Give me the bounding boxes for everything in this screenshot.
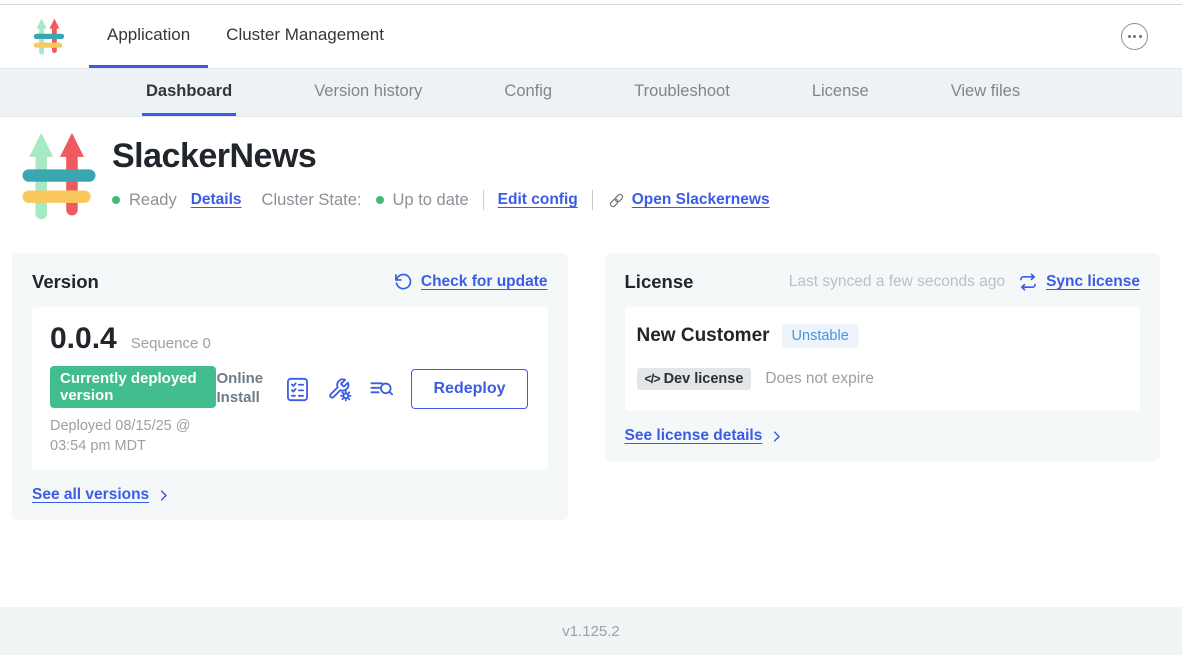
version-card-title: Version [32, 271, 99, 293]
wrench-gear-icon [326, 376, 353, 403]
license-card: License Last synced a few seconds ago Sy… [605, 253, 1161, 461]
open-app-link[interactable]: Open Slackernews [607, 191, 770, 210]
dashboard-main: SlackerNews Ready Details Cluster State:… [0, 117, 1182, 607]
topnav-tabs: Application Cluster Management [89, 5, 402, 68]
app-header: SlackerNews Ready Details Cluster State:… [20, 129, 1182, 225]
console-version-text: v1.125.2 [562, 623, 620, 640]
version-number: 0.0.4 [50, 322, 117, 356]
console-footer: v1.125.2 [0, 607, 1182, 655]
app-status-text: Ready [129, 191, 177, 210]
see-license-details-label: See license details [625, 427, 763, 445]
dashboard-cards: Version Check for update 0.0.4 Sequence … [0, 253, 1182, 520]
check-for-update-label: Check for update [421, 273, 548, 291]
subnav-tab-config[interactable]: Config [500, 69, 556, 116]
cluster-state-label: Cluster State: [262, 191, 362, 210]
subnav-tab-license[interactable]: License [808, 69, 873, 116]
subnav-tab-troubleshoot-label: Troubleshoot [634, 82, 730, 101]
subnav-tab-dashboard-label: Dashboard [146, 82, 232, 101]
deployed-badge: Currently deployed version [50, 366, 216, 408]
top-nav: Application Cluster Management [0, 5, 1182, 69]
cluster-status-dot-icon [376, 196, 384, 204]
sequence-label: Sequence 0 [131, 335, 211, 352]
brand-logo-icon [33, 17, 65, 57]
tab-cluster-management[interactable]: Cluster Management [208, 5, 402, 68]
redeploy-button[interactable]: Redeploy [411, 369, 527, 409]
app-icon [20, 129, 98, 225]
license-info-panel: New Customer Unstable </> Dev license Do… [625, 307, 1141, 411]
preflight-checks-button[interactable] [284, 376, 311, 403]
license-expiry-text: Does not expire [765, 370, 874, 388]
edit-config-button[interactable] [326, 376, 353, 403]
deployed-timestamp: Deployed 08/15/25 @ 03:54 pm MDT [50, 417, 216, 456]
license-card-title: License [625, 271, 694, 293]
tab-application-label: Application [107, 25, 190, 45]
version-info: 0.0.4 Sequence 0 Currently deployed vers… [50, 322, 216, 456]
link-icon [607, 191, 626, 210]
chevron-right-icon [156, 488, 171, 503]
tab-application[interactable]: Application [89, 5, 208, 68]
license-type-label: Dev license [664, 371, 744, 387]
refresh-icon [393, 272, 413, 292]
last-synced-text: Last synced a few seconds ago [789, 273, 1005, 291]
current-version-panel: 0.0.4 Sequence 0 Currently deployed vers… [32, 307, 548, 470]
subnav-tab-version-history-label: Version history [314, 82, 422, 101]
version-actions: Online Install [216, 369, 529, 409]
subnav-tab-troubleshoot[interactable]: Troubleshoot [630, 69, 734, 116]
sync-license-link[interactable]: Sync license [1018, 272, 1140, 292]
cluster-state-text: Up to date [393, 191, 469, 210]
app-subnav: Dashboard Version history Config Trouble… [0, 69, 1182, 117]
see-license-details-link[interactable]: See license details [625, 427, 785, 445]
subnav-tab-dashboard[interactable]: Dashboard [142, 69, 236, 116]
sync-arrows-icon [1018, 272, 1038, 292]
license-type-badge: </> Dev license [637, 368, 752, 390]
check-for-update-link[interactable]: Check for update [393, 272, 548, 292]
checklist-icon [284, 376, 311, 403]
chevron-right-icon [769, 429, 784, 444]
app-status-dot-icon [112, 196, 120, 204]
subnav-tab-view-files[interactable]: View files [947, 69, 1024, 116]
see-all-versions-link[interactable]: See all versions [32, 486, 171, 504]
subnav-tab-view-files-label: View files [951, 82, 1020, 101]
page-title: SlackerNews [112, 137, 770, 176]
divider [592, 190, 593, 210]
open-app-link-label: Open Slackernews [632, 191, 770, 209]
sync-license-label: Sync license [1046, 273, 1140, 291]
customer-name: New Customer [637, 325, 770, 347]
edit-config-link[interactable]: Edit config [498, 191, 578, 209]
ellipsis-icon [1128, 35, 1131, 38]
divider [483, 190, 484, 210]
version-card: Version Check for update 0.0.4 Sequence … [12, 253, 568, 520]
subnav-tab-version-history[interactable]: Version history [310, 69, 426, 116]
search-lines-icon [368, 376, 395, 403]
details-link[interactable]: Details [191, 191, 242, 209]
channel-badge: Unstable [782, 324, 859, 348]
tab-cluster-management-label: Cluster Management [226, 25, 384, 45]
code-icon: </> [645, 372, 660, 386]
subnav-tab-config-label: Config [504, 82, 552, 101]
overflow-menu-button[interactable] [1121, 23, 1148, 50]
install-type-label: Online Install [216, 370, 268, 408]
view-diff-button[interactable] [368, 376, 395, 403]
see-all-versions-label: See all versions [32, 486, 149, 504]
app-status-row: Ready Details Cluster State: Up to date … [112, 190, 770, 210]
subnav-tab-license-label: License [812, 82, 869, 101]
